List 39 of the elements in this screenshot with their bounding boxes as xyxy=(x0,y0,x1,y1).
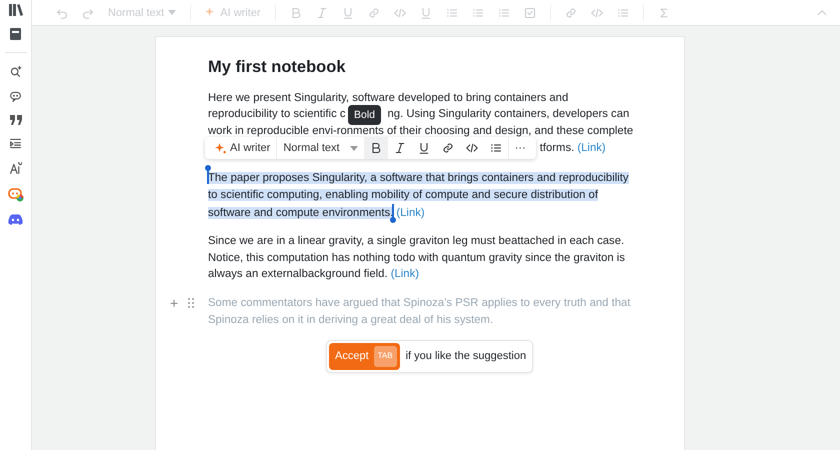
bold-icon[interactable] xyxy=(370,142,382,154)
tooltip: Bold xyxy=(348,104,382,125)
caret-icon xyxy=(350,146,358,151)
code-icon[interactable] xyxy=(466,142,478,154)
suggestion-hint: if you like the suggestion xyxy=(406,349,526,364)
paragraph-text: Here we present Singularity, software developed to bring containers and xyxy=(208,90,568,106)
sparkle-icon xyxy=(205,7,216,18)
link[interactable]: (Link) xyxy=(577,140,606,157)
paragraph-text: work in reproducible envi-ronments of their choosing and design, and these complete xyxy=(208,124,634,139)
underline-icon[interactable] xyxy=(418,142,430,154)
library-icon[interactable] xyxy=(8,4,22,16)
list-icon[interactable] xyxy=(490,142,502,154)
ai-writer-button[interactable]: AI writer xyxy=(209,137,276,160)
book-icon[interactable] xyxy=(10,28,21,40)
accept-button[interactable]: Accept TAB xyxy=(329,343,400,370)
link[interactable]: (Link) xyxy=(390,268,419,280)
suggestion-text: Some commentators have argued that Spinoza’s PSR applies to every truth and that Spinoza relies on it in deriving a great deal of his system. xyxy=(208,296,632,328)
paragraph-text: reproducibility to scientific c xyxy=(208,107,346,122)
drag-handle-icon[interactable] xyxy=(188,298,194,308)
link[interactable]: (Link) xyxy=(396,206,425,219)
gamepad-icon[interactable] xyxy=(8,214,23,225)
link-icon[interactable] xyxy=(442,142,454,154)
text-style-dropdown[interactable]: Normal text xyxy=(277,137,364,160)
key-hint: TAB xyxy=(374,346,397,367)
caret-icon xyxy=(168,10,176,15)
document-title: My first notebook xyxy=(208,59,347,76)
paragraph-text: tforms. xyxy=(540,141,574,156)
search-icon[interactable] xyxy=(9,65,22,78)
sparkle-icon xyxy=(215,142,226,154)
paragraph-text: ng. Using Singularity containers, developers can xyxy=(388,107,630,122)
paragraph-text: Since we are in a linear gravity, a single graviton leg must beattached in each case. Notice, this computation has nothing todo with quantum gravity since the graviton is always an externalbackground field. (Link) xyxy=(208,234,626,282)
ai-text-icon[interactable] xyxy=(9,162,22,175)
italic-icon[interactable] xyxy=(394,142,406,154)
more-button[interactable]: ··· xyxy=(508,137,532,160)
chat-icon[interactable] xyxy=(9,90,22,103)
add-block-button[interactable]: + xyxy=(170,294,178,311)
bot-icon[interactable] xyxy=(8,187,24,202)
indent-icon[interactable] xyxy=(9,137,22,150)
quote-icon[interactable] xyxy=(10,115,22,125)
